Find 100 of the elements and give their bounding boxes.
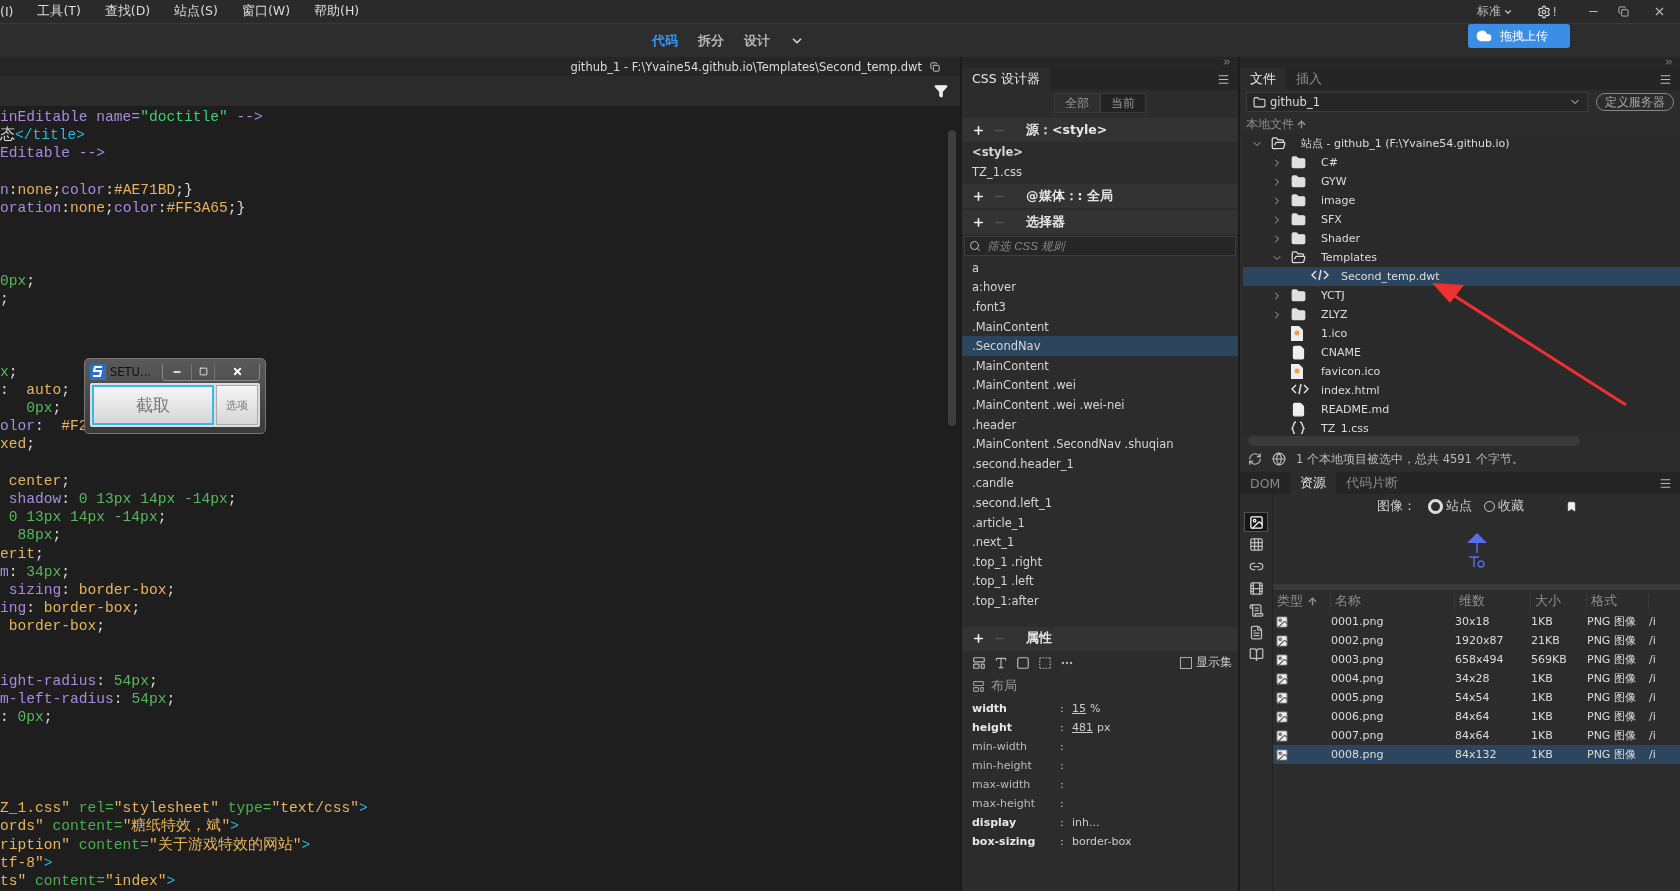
tree-item[interactable]: CNAME [1243,343,1680,362]
tree-item[interactable]: favicon.ico [1243,362,1680,381]
tree-item[interactable]: Shader [1243,229,1680,248]
menu-icon[interactable] [1659,476,1672,490]
globe-icon[interactable] [1272,452,1286,466]
selector-item[interactable]: .SecondNav [962,336,1238,356]
tree-item[interactable]: C# [1243,153,1680,172]
tree-item[interactable]: ZLYZ [1243,305,1680,324]
tree-item[interactable]: TZ_1.css [1243,419,1680,434]
panel-tab[interactable]: 资源 [1290,472,1337,494]
view-tab[interactable]: 设计 [744,31,770,50]
table-row[interactable]: 0003.png 658x494 569KB PNG 图像 /i [1273,650,1680,669]
table-row[interactable]: 0002.png 1920x87 21KB PNG 图像 /i [1273,631,1680,650]
text-icon[interactable] [994,655,1008,670]
menu-item[interactable]: (I) [0,4,24,19]
column-header[interactable]: 类型 [1273,592,1331,610]
add-icon[interactable] [972,632,985,646]
image-icon[interactable] [1244,512,1268,532]
selector-item[interactable]: a [962,258,1238,278]
tree-item[interactable]: SFX [1243,210,1680,229]
selector-item[interactable]: .next_1 [962,532,1238,552]
tree-item[interactable]: YCTJ [1243,286,1680,305]
tree-item[interactable]: 1.ico [1243,324,1680,343]
tree-item[interactable]: index.html [1243,381,1680,400]
selector-item[interactable]: .candle [962,473,1238,494]
tree-item[interactable]: README.md [1243,400,1680,419]
site-dropdown[interactable]: github_1 [1246,92,1588,112]
view-tab[interactable]: 拆分 [698,31,724,50]
view-tab[interactable]: 代码 [652,31,678,50]
property-value[interactable]: inh... [1072,815,1100,829]
source-item[interactable]: TZ_1.css [962,162,1238,182]
selector-item[interactable]: .top_1 .left [962,571,1238,592]
table-row[interactable]: 0007.png 84x64 1KB PNG 图像 /i [1273,726,1680,745]
add-icon[interactable] [972,189,985,203]
table-row[interactable]: 0001.png 30x18 1KB PNG 图像 /i [1273,612,1680,631]
selector-item[interactable]: .MainContent .SecondNav .shuqian [962,434,1238,454]
selector-item[interactable]: .second.left_1 [962,493,1238,513]
tree-item[interactable]: Second_temp.dwt [1243,267,1680,286]
panel-tab[interactable]: 文件 [1240,68,1286,90]
column-header[interactable]: 本地文件 [1246,115,1294,133]
panel-tab[interactable]: DOM [1240,472,1291,494]
filter-icon[interactable] [934,84,948,98]
scrollbar[interactable] [948,130,956,426]
panel-tab[interactable]: 代码片断 [1336,472,1409,494]
table-row[interactable]: 0006.png 84x64 1KB PNG 图像 /i [1273,707,1680,726]
selector-item[interactable]: .header [962,414,1238,435]
settings-icon[interactable] [1537,4,1552,19]
selector-item[interactable]: a:hover [962,277,1238,298]
selector-item[interactable]: .MainContent [962,316,1238,337]
radio-button[interactable]: 收藏 [1483,497,1524,515]
layout-icon[interactable] [972,655,986,670]
table-row[interactable]: 0004.png 34x28 1KB PNG 图像 /i [1273,669,1680,688]
tree-item[interactable]: Templates [1243,248,1680,267]
menu-item[interactable]: 窗口(W) [241,3,301,20]
mode-button[interactable]: 全部 [1054,93,1100,113]
menu-icon[interactable] [1659,72,1672,86]
property-value[interactable]: 481 [1072,720,1093,734]
background-icon[interactable] [1038,655,1052,670]
capture-button[interactable]: 截取 [92,385,214,425]
menu-item[interactable]: 帮助(H) [314,3,370,20]
radio-button[interactable]: 站点 [1427,497,1472,515]
property-value[interactable]: 15 [1072,701,1086,715]
tree-item[interactable]: 站点 - github_1 (F:\Yvaine54.github.io) [1243,134,1680,153]
table-row[interactable]: 0005.png 54x54 1KB PNG 图像 /i [1273,688,1680,707]
maximize-icon[interactable] [198,367,208,376]
bookmark-icon[interactable] [1565,500,1577,512]
restore-icon[interactable] [930,61,940,72]
panel-tab[interactable]: CSS 设计器 [962,68,1050,90]
selector-item[interactable]: .MainContent .wei .wei-nei [962,395,1238,415]
property-value[interactable]: border-box [1072,834,1132,848]
tree-item[interactable]: GYW [1243,172,1680,191]
filter-field[interactable]: 筛选 CSS 规则 [964,236,1236,256]
workspace-switcher[interactable]: 标准 [1477,3,1502,20]
column-header[interactable]: 格式 [1587,592,1649,610]
tree-item[interactable]: image [1243,191,1680,210]
selector-item[interactable]: .MainContent .wei [962,375,1238,396]
table-row[interactable]: 0008.png 84x132 1KB PNG 图像 /i [1273,745,1680,764]
column-header[interactable]: 名称 [1331,592,1455,610]
source-item[interactable]: <style> [962,142,1238,162]
menu-item[interactable]: 工具(T) [37,3,91,20]
selector-item[interactable]: .second.header_1 [962,453,1238,474]
selector-item[interactable]: .article_1 [962,512,1238,533]
add-icon[interactable] [972,215,985,229]
menu-item[interactable]: 查找(D) [104,3,161,20]
panel-tab[interactable]: 插入 [1286,68,1332,90]
border-icon[interactable] [1016,655,1030,670]
menu-icon[interactable] [1217,72,1230,86]
close-icon[interactable] [231,366,243,377]
show-set-checkbox[interactable]: 显示集 [1180,655,1238,671]
mode-button[interactable]: 当前 [1100,93,1146,113]
selector-item[interactable]: .font3 [962,297,1238,317]
selector-item[interactable]: .MainContent [962,355,1238,376]
expand-icon[interactable] [1664,57,1674,67]
refresh-icon[interactable] [1248,452,1262,466]
column-header[interactable]: 大小 [1531,592,1587,610]
close-icon[interactable] [1653,5,1666,18]
restore-icon[interactable] [1618,6,1629,17]
menu-item[interactable]: 站点(S) [174,3,228,20]
add-icon[interactable] [972,123,985,137]
selector-item[interactable]: .top_1:after [962,591,1238,611]
